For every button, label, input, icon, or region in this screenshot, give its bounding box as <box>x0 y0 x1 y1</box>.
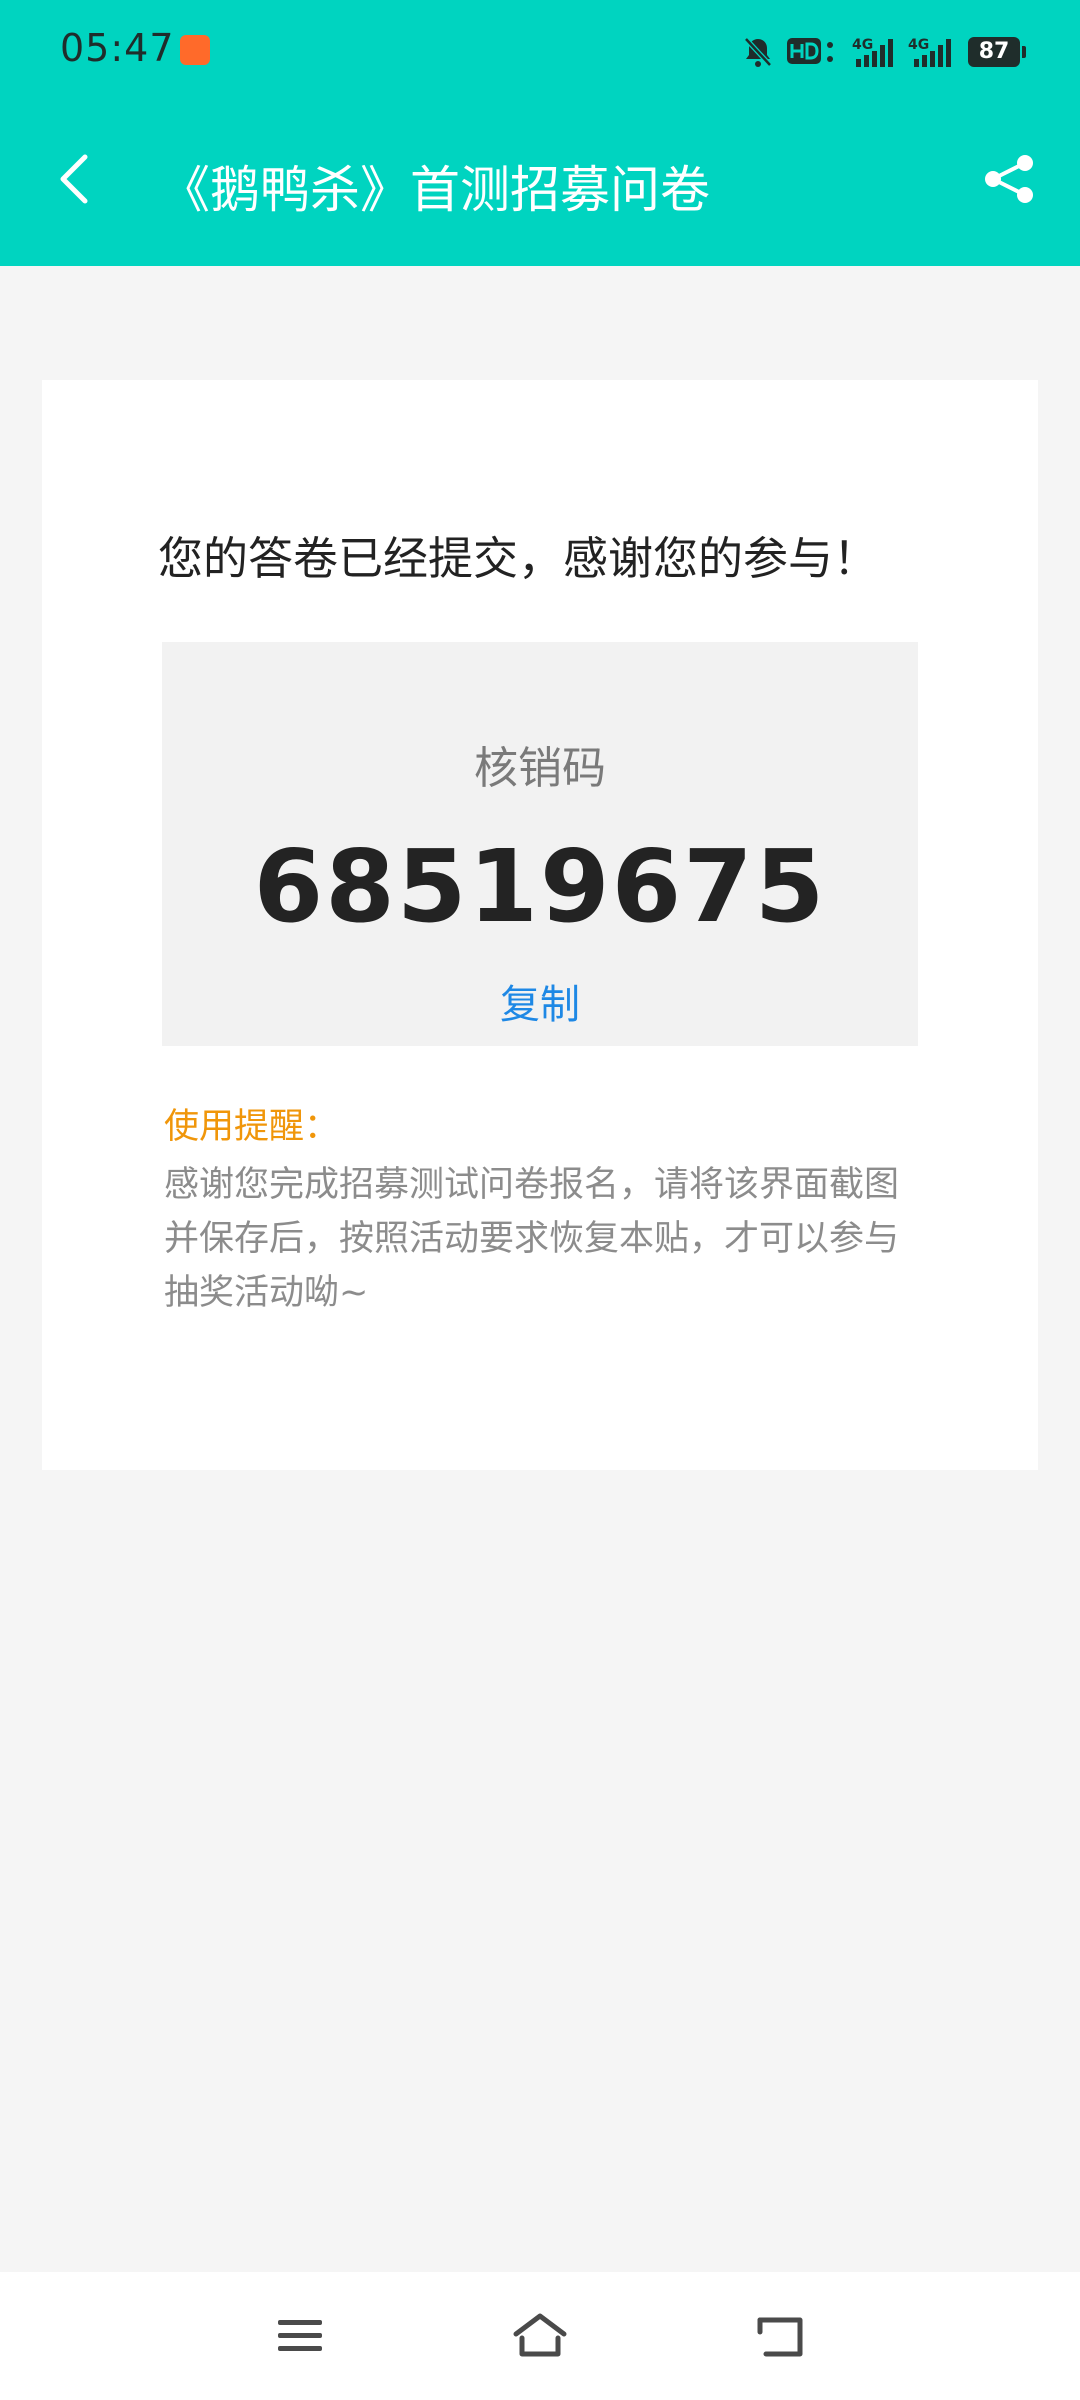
system-nav-bar <box>0 2272 1080 2400</box>
svg-text:4G: 4G <box>908 37 929 53</box>
share-button[interactable] <box>974 144 1044 214</box>
submission-card: 您的答卷已经提交，感谢您的参与！ 核销码 68519675 复制 使用提醒： 感… <box>42 380 1038 1470</box>
verification-code-box: 核销码 68519675 复制 <box>162 642 918 1046</box>
notification-app-icon <box>180 35 210 65</box>
home-button[interactable] <box>504 2300 576 2372</box>
signal-4g-icon: 4G <box>908 37 951 67</box>
hd-icon <box>787 38 833 64</box>
code-value: 68519675 <box>253 828 827 945</box>
menu-button[interactable] <box>264 2300 336 2372</box>
status-icons: 4G 4G 87 <box>742 30 1026 74</box>
svg-text:4G: 4G <box>852 37 873 53</box>
home-icon <box>513 2313 567 2357</box>
mute-bell-icon <box>744 37 772 67</box>
share-icon <box>985 155 1033 203</box>
header: 05:47 4G 4G 87 《鹅鸭杀》首测招募问卷 <box>0 0 1080 266</box>
back-nav-button[interactable] <box>744 2300 816 2372</box>
code-label: 核销码 <box>474 743 606 794</box>
return-icon <box>757 2317 803 2357</box>
reminder-text: 感谢您完成招募测试问卷报名，请将该界面截图并保存后，按照活动要求恢复本贴，才可以… <box>164 1165 900 1313</box>
reminder-title: 使用提醒： <box>164 1107 340 1147</box>
signal-4g-icon: 4G <box>852 37 893 67</box>
back-button[interactable] <box>40 144 110 214</box>
copy-button[interactable]: 复制 <box>162 972 918 1030</box>
submission-message: 您的答卷已经提交，感谢您的参与！ <box>158 532 879 585</box>
chevron-left-icon <box>60 154 88 204</box>
menu-icon <box>278 2320 322 2351</box>
page-title: 《鹅鸭杀》首测招募问卷 <box>160 161 710 219</box>
app-bar: 《鹅鸭杀》首测招募问卷 <box>0 100 1080 266</box>
battery-indicator: 87 <box>968 37 1026 67</box>
status-bar: 05:47 4G 4G 87 <box>0 0 1080 100</box>
status-time: 05:47 <box>60 26 175 70</box>
